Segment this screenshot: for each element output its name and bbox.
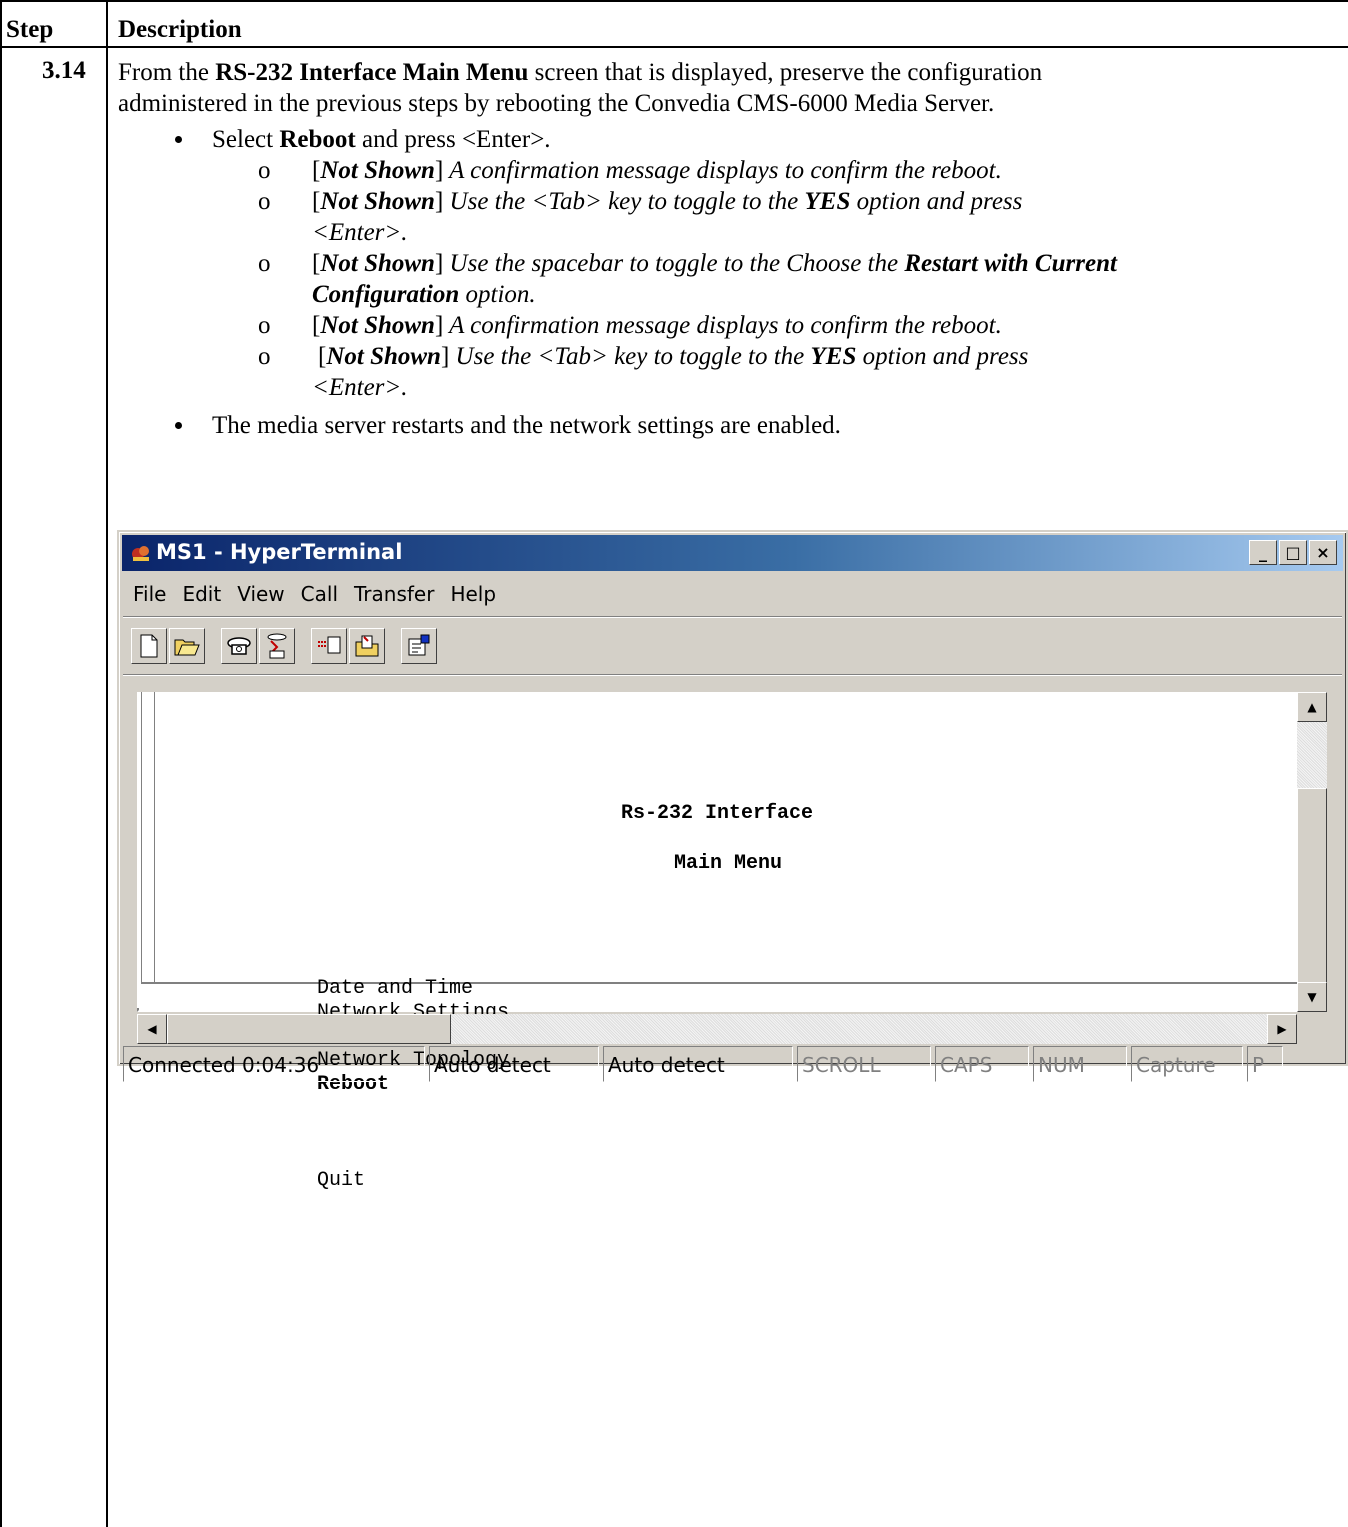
- toolbar-separator: [123, 674, 1342, 676]
- header-step: Step: [6, 16, 54, 43]
- menu-separator: [123, 616, 1342, 618]
- hyperterminal-window: MS1 - HyperTerminal _ □ × File Edit View…: [117, 530, 1348, 1192]
- sub-item-3-cont: Configuration option.: [312, 281, 536, 308]
- close-button[interactable]: ×: [1309, 540, 1337, 565]
- menu-view[interactable]: View: [229, 578, 292, 610]
- receive-icon[interactable]: [349, 628, 385, 664]
- bullet-media-server-restarts: The media server restarts and the networ…: [212, 412, 841, 439]
- sub-marker: o: [258, 188, 271, 215]
- table-header-divider: [0, 46, 1348, 48]
- bullet-select-reboot: Select Reboot and press <Enter>.: [212, 126, 551, 153]
- table-left-border: [0, 0, 2, 1527]
- table-column-divider: [106, 0, 108, 1527]
- terminal-subheading: Main Menu: [674, 852, 783, 875]
- status-caps: CAPS: [935, 1046, 1029, 1082]
- maximize-button[interactable]: □: [1279, 540, 1307, 565]
- menu-edit[interactable]: Edit: [174, 578, 229, 610]
- status-capture: Capture: [1131, 1046, 1243, 1082]
- terminal-bottom-edge: [141, 982, 1297, 984]
- status-scroll: SCROLL: [797, 1046, 931, 1082]
- document-page: Step Description 3.14 From the RS-232 In…: [0, 0, 1348, 1527]
- menu-option-date-and-time[interactable]: Date and Time: [317, 977, 473, 1001]
- status-num: NUM: [1033, 1046, 1127, 1082]
- sub-marker: o: [258, 312, 271, 339]
- connect-icon[interactable]: [221, 628, 257, 664]
- scroll-up-button[interactable]: ▲: [1297, 692, 1327, 722]
- terminal-heading: Rs-232 Interface: [621, 802, 814, 825]
- sub-marker: o: [258, 343, 271, 370]
- window-title: MS1 - HyperTerminal: [156, 540, 403, 564]
- sub-item-2: [Not Shown] Use the <Tab> key to toggle …: [312, 188, 1023, 215]
- step-number: 3.14: [42, 57, 86, 84]
- vertical-scroll-thumb[interactable]: [1297, 788, 1327, 1008]
- disconnect-icon[interactable]: [259, 628, 295, 664]
- menu-bar: File Edit View Call Transfer Help: [125, 578, 504, 610]
- status-emulation: Auto detect: [429, 1046, 599, 1082]
- step-intro: From the RS-232 Interface Main Menu scre…: [118, 59, 1043, 117]
- terminal-screen[interactable]: Rs-232 Interface Main Menu Date and Time…: [137, 692, 1297, 1192]
- new-icon[interactable]: [131, 628, 167, 664]
- menu-file[interactable]: File: [125, 578, 174, 610]
- sub-item-4: [Not Shown] A confirmation message displ…: [312, 312, 1002, 339]
- status-connected: Connected 0:04:36: [123, 1046, 425, 1082]
- vertical-scrollbar[interactable]: ▲ ▼: [1297, 692, 1327, 1012]
- scroll-right-button[interactable]: ▶: [1267, 1014, 1297, 1044]
- menu-help[interactable]: Help: [442, 578, 504, 610]
- bullet-dot: [175, 136, 182, 143]
- toolbar: [131, 626, 439, 666]
- sub-marker: o: [258, 250, 271, 277]
- sub-item-5: [Not Shown] Use the <Tab> key to toggle …: [318, 343, 1029, 370]
- header-description: Description: [118, 16, 242, 43]
- scroll-left-button[interactable]: ◀: [137, 1014, 167, 1044]
- status-settings: Auto detect: [603, 1046, 793, 1082]
- horizontal-scroll-thumb[interactable]: [167, 1014, 451, 1044]
- hyperterminal-app-icon: [132, 546, 149, 561]
- menu-option-quit[interactable]: Quit: [317, 1169, 365, 1193]
- open-icon[interactable]: [169, 628, 205, 664]
- sub-item-2-cont: <Enter>.: [312, 219, 408, 246]
- table-top-border: [0, 0, 1348, 2]
- scroll-down-button[interactable]: ▼: [1297, 982, 1327, 1012]
- status-bar: Connected 0:04:36 Auto detect Auto detec…: [123, 1046, 1287, 1086]
- horizontal-scrollbar[interactable]: ◀ ▶: [137, 1014, 1297, 1044]
- menu-transfer[interactable]: Transfer: [346, 578, 442, 610]
- sub-item-1: [Not Shown] A confirmation message displ…: [312, 157, 1002, 184]
- properties-icon[interactable]: [401, 628, 437, 664]
- sub-marker: o: [258, 157, 271, 184]
- status-print-echo: P: [1247, 1046, 1283, 1082]
- bullet-dot: [175, 422, 182, 429]
- sub-item-3: [Not Shown] Use the spacebar to toggle t…: [312, 250, 1117, 277]
- menu-call[interactable]: Call: [293, 578, 346, 610]
- title-bar[interactable]: MS1 - HyperTerminal _ □ ×: [122, 535, 1343, 571]
- terminal-left-gutter: [141, 692, 155, 982]
- minimize-button[interactable]: _: [1249, 540, 1277, 565]
- send-icon[interactable]: [311, 628, 347, 664]
- sub-item-5-cont: <Enter>.: [312, 374, 408, 401]
